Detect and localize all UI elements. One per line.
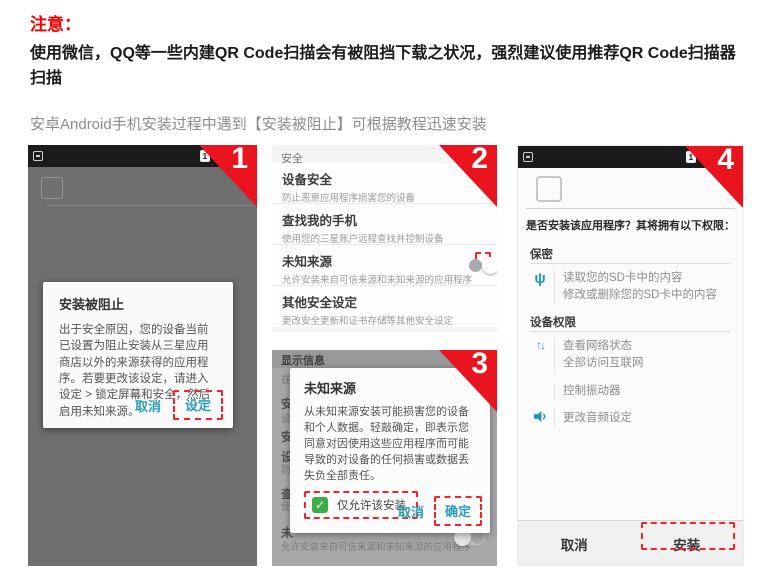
allow-once-checkbox[interactable]: ✓ — [312, 497, 328, 513]
step-badge: 4 — [685, 146, 743, 208]
install-button[interactable]: 安装 — [631, 534, 744, 554]
screenshot-install-blocked: 1 4G 7:4 安装被阻止 出于安全原因，您的设备当前已设置为阻止安装从三星应… — [28, 145, 257, 566]
cancel-button[interactable]: 取消 — [398, 502, 424, 521]
bottom-button-bar: 取消 安装 — [518, 520, 743, 566]
app-icon-placeholder — [41, 177, 63, 199]
step-number: 1 — [231, 145, 248, 176]
item-subtitle: 更改安全更新和证书存储等其他安全设定 — [282, 313, 487, 327]
divider — [530, 331, 731, 332]
speaker-icon — [530, 410, 550, 427]
screenshot-unknown-sources-dialog: 显示信息 在 安 设 安 设 防 查 使 未 允许安装来自可信来源和未知来源的应… — [272, 350, 497, 566]
permission-row-network: ↑↓ 查看网络状态 全部访问互联网 — [530, 338, 644, 373]
notice-title: 注意： — [30, 10, 81, 35]
vibration-icon — [530, 383, 550, 400]
dialog-body: 从未知来源安装可能损害您的设备和个人数据。轻敲确定，即表示您同意对因使用这些应用… — [304, 405, 476, 485]
install-question: 是否安装该应用程序？其将拥有以下权限： — [526, 217, 735, 233]
dimmed-header-label: 显示信息 — [281, 352, 325, 368]
screenshot-security-settings: 安全 设备安全 防止恶意应用程序损害您的设备 查找我的手机 使用您的三星账户远程… — [272, 145, 497, 333]
notice-body: 使用微信，QQ等一些内建QR Code扫描会有被阻挡下载之状况，强烈建议使用推荐… — [30, 42, 745, 92]
tutorial-subtitle: 安卓Android手机安装过程中遇到【安装被阻止】可根据教程迅速安装 — [30, 113, 487, 134]
permission-line: 查看网络状态 — [563, 338, 644, 355]
permission-line: 读取您的SD卡中的内容 — [563, 270, 717, 287]
cancel-button[interactable]: 取消 — [518, 534, 631, 554]
settings-item-unknown-sources[interactable]: 未知来源 允许安装来自可信来源和未知来源的应用程序 — [272, 245, 497, 286]
cancel-button[interactable]: 取消 — [135, 396, 161, 415]
step-number: 3 — [471, 350, 488, 381]
usb-icon: ψ — [530, 270, 550, 305]
permission-line: 控制振动器 — [563, 383, 621, 400]
item-title: 查找我的手机 — [282, 210, 487, 229]
permission-line: 全部访问互联网 — [563, 355, 644, 372]
settings-list: 设备安全 防止恶意应用程序损害您的设备 查找我的手机 使用您的三星账户远程查找并… — [272, 163, 497, 327]
divider — [526, 208, 735, 209]
divider — [530, 263, 731, 264]
dialog-title: 安装被阻止 — [59, 294, 217, 313]
permission-line: 修改或删除您的SD卡中的内容 — [563, 287, 717, 304]
settings-item-find-my-phone[interactable]: 查找我的手机 使用您的三星账户远程查找并控制设备 — [272, 204, 497, 245]
highlight-box: 设定 — [173, 390, 223, 420]
tutorial-page: 注意： 使用微信，QQ等一些内建QR Code扫描会有被阻挡下载之状况，强烈建议… — [0, 0, 767, 570]
divider — [46, 205, 254, 206]
item-subtitle: 允许安装来自可信来源和未知来源的应用程序 — [282, 272, 487, 286]
permission-row-vibration: 控制振动器 — [530, 383, 621, 400]
highlight-box — [475, 252, 491, 264]
item-title: 其他安全设定 — [282, 292, 487, 311]
app-icon-placeholder — [536, 176, 562, 202]
permission-row-audio: 更改音频设定 — [530, 410, 632, 427]
dimmed-subtitle: 允许安装来自可信来源和未知来源的应用程序 — [281, 539, 471, 553]
item-title: 未知来源 — [282, 251, 487, 270]
step-number: 4 — [717, 145, 734, 177]
permission-line: 更改音频设定 — [563, 410, 632, 427]
screenshot-icon — [523, 152, 533, 162]
confirm-button[interactable]: 确定 — [445, 504, 471, 519]
highlight-box: 确定 — [434, 496, 482, 526]
dialog-title: 未知来源 — [304, 378, 476, 397]
settings-item-other-security[interactable]: 其他安全设定 更改安全更新和证书存储等其他安全设定 — [272, 286, 497, 327]
checkbox-label: 仅允许该安装 — [337, 497, 406, 513]
settings-button[interactable]: 设定 — [185, 398, 211, 413]
step-number: 2 — [471, 145, 488, 176]
section-header-device-perms: 设备权限 — [530, 314, 576, 330]
item-subtitle: 使用您的三星账户远程查找并控制设备 — [282, 231, 487, 245]
screenshot-icon — [33, 151, 43, 161]
item-title: 设备安全 — [282, 169, 487, 188]
toggle-knob — [482, 257, 497, 274]
install-blocked-dialog: 安装被阻止 出于安全原因，您的设备当前已设置为阻止安装从三星应用商店以外的来源获… — [43, 282, 233, 428]
permission-row-storage: ψ 读取您的SD卡中的内容 修改或删除您的SD卡中的内容 — [530, 270, 717, 305]
item-subtitle: 防止恶意应用程序损害您的设备 — [282, 190, 487, 204]
section-header-privacy: 保密 — [530, 246, 553, 262]
screenshot-install-permissions: 1 4G 7:4 是否安装该应用程序？其将拥有以下权限： 保密 ψ 读取您的SD… — [517, 145, 744, 566]
unknown-sources-dialog: 未知来源 从未知来源安装可能损害您的设备和个人数据。轻敲确定，即表示您同意对因使… — [290, 368, 490, 533]
network-arrows-icon: ↑↓ — [530, 338, 550, 373]
